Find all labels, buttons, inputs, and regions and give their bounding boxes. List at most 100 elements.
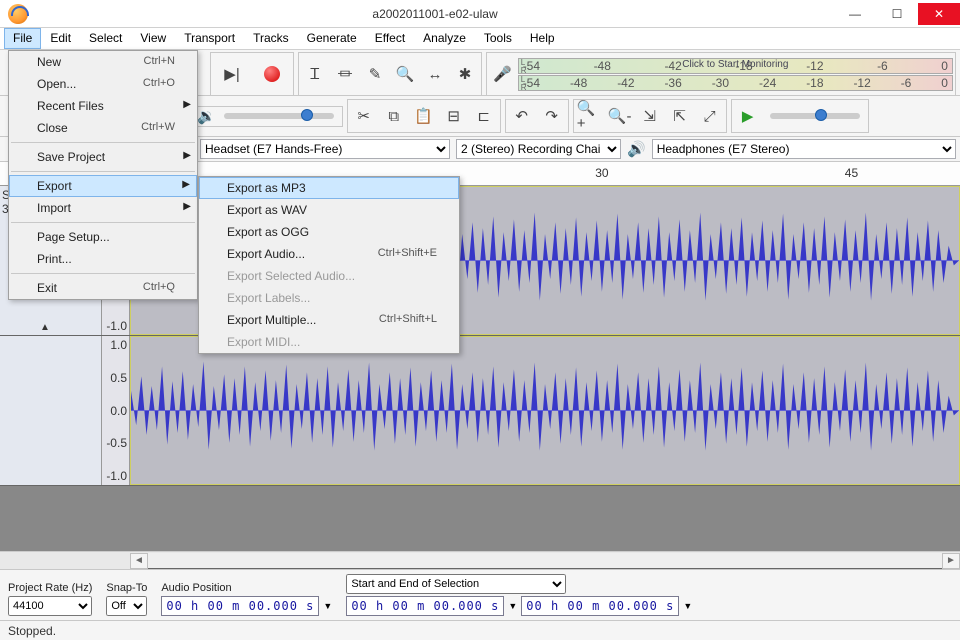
trim-button[interactable]: ⊟ <box>440 102 468 130</box>
app-icon <box>8 4 28 24</box>
snap-to-select[interactable]: Off <box>106 596 147 616</box>
collapse-icon[interactable]: ▲ <box>40 322 50 333</box>
track-control-panel[interactable] <box>0 336 102 485</box>
menu-transport[interactable]: Transport <box>175 28 244 49</box>
copy-button[interactable]: ⧉ <box>380 102 408 130</box>
zoom-in-button[interactable]: 🔍+ <box>576 102 604 130</box>
selection-mode-select[interactable]: Start and End of Selection <box>346 574 566 594</box>
title-bar: a2002011001-e02-ulaw — ☐ ✕ <box>0 0 960 28</box>
zoom-out-icon: 🔍- <box>608 109 632 124</box>
zoom-out-button[interactable]: 🔍- <box>606 102 634 130</box>
menu-file[interactable]: File <box>4 28 41 49</box>
minimize-button[interactable]: — <box>834 3 876 25</box>
track-amplitude-scale: 1.0 0.5 0.0 -0.5 -1.0 <box>102 336 130 485</box>
selection-start-field[interactable]: 00 h 00 m 00.000 s <box>346 596 504 616</box>
play-icon: ▶ <box>742 109 754 124</box>
menu-item-open[interactable]: Open...Ctrl+O <box>9 73 197 95</box>
menu-edit[interactable]: Edit <box>41 28 80 49</box>
menu-tools[interactable]: Tools <box>475 28 521 49</box>
redo-button[interactable]: ↷ <box>538 102 566 130</box>
envelope-tool[interactable]: ⏛ <box>331 60 359 88</box>
fit-proj-icon: ⇱ <box>673 109 686 124</box>
chevron-right-icon: ▶ <box>183 150 191 161</box>
file-menu-dropdown: NewCtrl+N Open...Ctrl+O Recent Files▶ Cl… <box>8 50 198 300</box>
menu-effect[interactable]: Effect <box>366 28 414 49</box>
record-button[interactable] <box>253 55 291 93</box>
speaker-icon: 🔊 <box>627 142 646 157</box>
undo-icon: ↶ <box>515 109 528 124</box>
menu-tracks[interactable]: Tracks <box>244 28 298 49</box>
zoom-tool[interactable]: 🔍 <box>391 60 419 88</box>
scroll-track[interactable] <box>148 553 942 569</box>
window-controls: — ☐ ✕ <box>834 3 960 25</box>
scroll-left-button[interactable]: ◄ <box>130 553 148 569</box>
menu-select[interactable]: Select <box>80 28 131 49</box>
envelope-icon: ⏛ <box>337 67 352 82</box>
menu-item-export-mp3[interactable]: Export as MP3 <box>199 177 459 199</box>
record-icon <box>264 66 280 82</box>
playback-device-select[interactable]: Headphones (E7 Stereo) <box>652 139 956 159</box>
playback-volume-slider[interactable] <box>224 113 334 119</box>
audio-position-field[interactable]: 00 h 00 m 00.000 s <box>161 596 319 616</box>
project-rate-select[interactable]: 44100 <box>8 596 92 616</box>
menu-analyze[interactable]: Analyze <box>414 28 475 49</box>
status-bar: Stopped. <box>0 620 960 640</box>
pencil-icon: ✎ <box>369 67 382 82</box>
menu-item-close[interactable]: CloseCtrl+W <box>9 117 197 139</box>
selection-toolbar: Project Rate (Hz) 44100 Snap-To Off Audi… <box>0 569 960 620</box>
draw-tool[interactable]: ✎ <box>361 60 389 88</box>
chevron-right-icon: ▶ <box>183 201 191 212</box>
cut-button[interactable]: ✂ <box>350 102 378 130</box>
menu-generate[interactable]: Generate <box>298 28 366 49</box>
menu-item-export-multiple[interactable]: Export Multiple...Ctrl+Shift+L <box>199 309 459 331</box>
multi-tool[interactable]: ✱ <box>451 60 479 88</box>
recording-channels-select[interactable]: 2 (Stereo) Recording Chai <box>456 139 621 159</box>
undo-button[interactable]: ↶ <box>508 102 536 130</box>
chevron-right-icon: ▶ <box>183 99 191 110</box>
zoom-toggle-button[interactable]: ⤢ <box>696 102 724 130</box>
menu-item-export-wav[interactable]: Export as WAV <box>199 199 459 221</box>
silence-button[interactable]: ⊏ <box>470 102 498 130</box>
menu-item-recent-files[interactable]: Recent Files▶ <box>9 95 197 117</box>
chevron-right-icon: ▶ <box>182 179 190 190</box>
menu-item-save-project[interactable]: Save Project▶ <box>9 146 197 168</box>
menu-item-new[interactable]: NewCtrl+N <box>9 51 197 73</box>
menu-item-export-selected: Export Selected Audio... <box>199 265 459 287</box>
multi-icon: ✱ <box>459 67 472 82</box>
trim-icon: ⊟ <box>447 109 460 124</box>
menu-item-export-labels: Export Labels... <box>199 287 459 309</box>
status-text: Stopped. <box>8 624 56 638</box>
recording-device-select[interactable]: Headset (E7 Hands-Free) <box>200 139 450 159</box>
ibeam-icon: Ꮖ <box>310 67 320 82</box>
selection-tool[interactable]: Ꮖ <box>301 60 329 88</box>
menu-item-export-ogg[interactable]: Export as OGG <box>199 221 459 243</box>
zoom-toggle-icon: ⤢ <box>704 109 716 124</box>
playback-meter[interactable]: LR -54 -48 -42 -36 -30 -24 -18 -12 -6 0 <box>518 75 953 91</box>
close-button[interactable]: ✕ <box>918 3 960 25</box>
silence-icon: ⊏ <box>477 109 490 124</box>
recording-meter[interactable]: LR -54 -48 -42 Click to Start Monitoring… <box>518 58 953 74</box>
menu-item-import[interactable]: Import▶ <box>9 197 197 219</box>
fit-project-button[interactable]: ⇱ <box>666 102 694 130</box>
skip-end-button[interactable]: ▶| <box>213 55 251 93</box>
paste-button[interactable]: 📋 <box>410 102 438 130</box>
menu-item-page-setup[interactable]: Page Setup... <box>9 226 197 248</box>
export-submenu: Export as MP3 Export as WAV Export as OG… <box>198 176 460 354</box>
waveform-channel-2[interactable] <box>130 336 960 485</box>
menu-item-print[interactable]: Print... <box>9 248 197 270</box>
play-button[interactable]: ▶ <box>734 102 762 130</box>
playback-speed-slider[interactable] <box>770 113 860 119</box>
fit-selection-button[interactable]: ⇲ <box>636 102 664 130</box>
window-title: a2002011001-e02-ulaw <box>36 7 834 21</box>
menu-item-export-audio[interactable]: Export Audio...Ctrl+Shift+E <box>199 243 459 265</box>
menu-item-export[interactable]: Export▶ <box>9 175 197 197</box>
horizontal-scrollbar[interactable]: ◄ ► <box>0 551 960 569</box>
menu-view[interactable]: View <box>131 28 175 49</box>
menu-item-exit[interactable]: ExitCtrl+Q <box>9 277 197 299</box>
speaker-icon: 🔉 <box>197 109 216 124</box>
scroll-right-button[interactable]: ► <box>942 553 960 569</box>
timeshift-tool[interactable]: ↔ <box>421 60 449 88</box>
menu-help[interactable]: Help <box>521 28 564 49</box>
selection-end-field[interactable]: 00 h 00 m 00.000 s <box>521 596 679 616</box>
maximize-button[interactable]: ☐ <box>876 3 918 25</box>
